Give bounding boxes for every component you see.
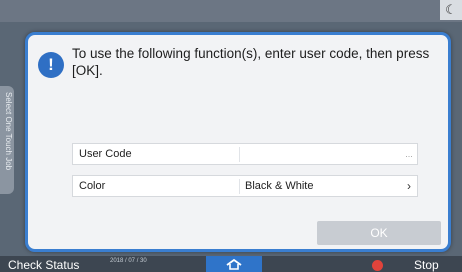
- color-label: Color: [79, 180, 106, 192]
- field-divider: [239, 179, 240, 194]
- home-button[interactable]: [206, 256, 262, 272]
- field-divider: [239, 147, 240, 162]
- ok-button[interactable]: OK: [317, 221, 441, 245]
- side-tab-label: Select One Touch Job: [4, 92, 13, 171]
- stop-icon[interactable]: [372, 260, 383, 271]
- night-mode-icon[interactable]: ☾: [440, 0, 462, 20]
- home-icon: [226, 258, 242, 270]
- color-value: Black & White: [245, 180, 314, 192]
- stop-button[interactable]: Stop: [414, 258, 439, 272]
- chevron-right-icon: ›: [407, 179, 411, 193]
- info-icon: !: [38, 52, 64, 78]
- ellipsis-icon: …: [405, 150, 413, 159]
- user-code-dialog: ! To use the following function(s), ente…: [25, 32, 451, 252]
- dialog-message: To use the following function(s), enter …: [72, 46, 430, 78]
- date-text: 2018 / 07 / 30: [110, 258, 147, 264]
- check-status-button[interactable]: Check Status: [8, 258, 79, 272]
- top-bar: [0, 0, 462, 22]
- user-code-field[interactable]: User Code …: [72, 143, 418, 165]
- color-setting-row[interactable]: Color Black & White ›: [72, 175, 418, 197]
- user-code-label: User Code: [79, 148, 132, 160]
